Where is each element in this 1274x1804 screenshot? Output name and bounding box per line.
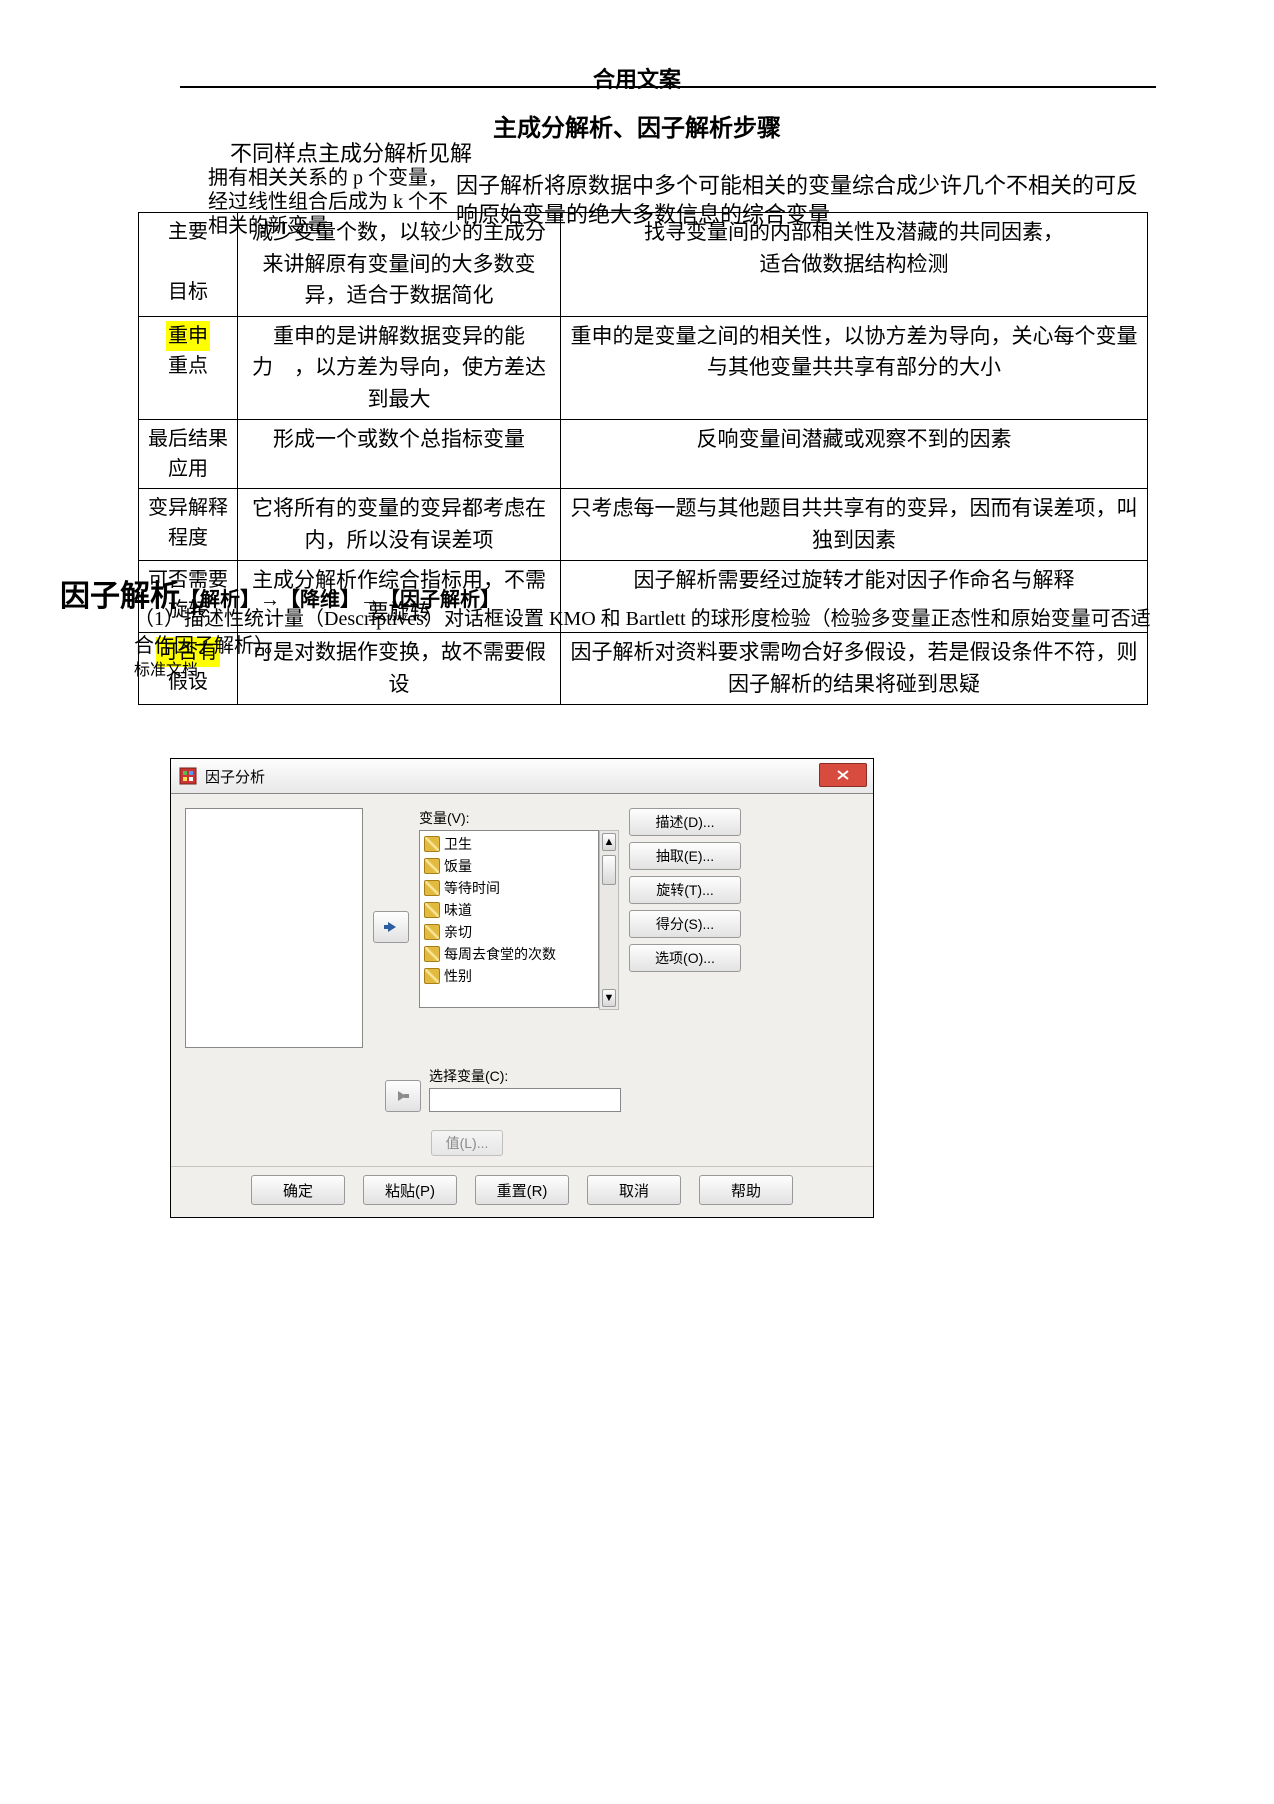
side-button[interactable]: 得分(S)... — [629, 910, 741, 938]
variables-list[interactable]: 卫生饭量等待时间味道亲切每周去食堂的次数性别 — [419, 830, 599, 1008]
footer-button[interactable]: 确定 — [251, 1175, 345, 1205]
close-button[interactable] — [819, 763, 867, 787]
row-label: 变异解释程度 — [139, 489, 238, 561]
row-label: 重申重点 — [139, 316, 238, 420]
standard-doc-label: 标准文档 — [134, 656, 198, 680]
pca-intro-line1: 不同样点主成分解析见解 — [230, 140, 520, 168]
side-button[interactable]: 抽取(E)... — [629, 842, 741, 870]
row-label: 最后结果应用 — [139, 420, 238, 489]
variable-item[interactable]: 性别 — [424, 965, 594, 987]
footer-button[interactable]: 帮助 — [699, 1175, 793, 1205]
row-pca: 它将所有的变量的变异都考虑在内，所以没有误差项 — [238, 489, 561, 561]
variable-item[interactable]: 味道 — [424, 899, 594, 921]
side-buttons: 描述(D)... 抽取(E)... 旋转(T)... 得分(S)... 选项(O)... — [629, 808, 741, 1048]
variable-icon — [424, 968, 440, 984]
row-label: 主要目标 — [139, 213, 238, 317]
row-fa: 反响变量间潜藏或观察不到的因素 — [561, 420, 1148, 489]
side-button[interactable]: 选项(O)... — [629, 944, 741, 972]
row-fa: 找寻变量间的内部相关性及潜藏的共同因素，适合做数据结构检测 — [561, 213, 1148, 317]
scrollbar[interactable]: ▲ ▼ — [599, 830, 619, 1010]
app-icon — [177, 765, 199, 787]
move-to-variables-button[interactable] — [373, 911, 409, 943]
variable-item[interactable]: 卫生 — [424, 833, 594, 855]
variable-icon — [424, 902, 440, 918]
scroll-thumb[interactable] — [602, 855, 616, 885]
move-to-selection-button[interactable] — [385, 1080, 421, 1112]
footer-button[interactable]: 粘贴(P) — [363, 1175, 457, 1205]
variable-icon — [424, 858, 440, 874]
section-paragraph: （1）描述性统计量（Descriptives）对话框设置 KMO 和 Bartl… — [134, 606, 1154, 660]
footer-button[interactable]: 重置(R) — [475, 1175, 569, 1205]
variable-item[interactable]: 饭量 — [424, 855, 594, 877]
row-pca: 减少变量个数，以较少的主成分来讲解原有变量间的大多数变异，适合于数据简化 — [238, 213, 561, 317]
doc-title: 主成分解析、因子解析步骤 — [0, 108, 1274, 143]
row-pca: 形成一个或数个总指标变量 — [238, 420, 561, 489]
dialog-footer: 确定粘贴(P) 重置(R) 取消帮助 — [171, 1166, 873, 1217]
side-button[interactable]: 旋转(T)... — [629, 876, 741, 904]
side-button[interactable]: 描述(D)... — [629, 808, 741, 836]
header-rule — [180, 86, 1156, 88]
source-variable-list[interactable] — [185, 808, 363, 1048]
dialog-titlebar: 因子分析 — [171, 759, 873, 794]
variable-icon — [424, 880, 440, 896]
variables-label: 变量(V): — [419, 808, 619, 828]
footer-button[interactable]: 取消 — [587, 1175, 681, 1205]
value-button[interactable]: 值(L)... — [431, 1130, 503, 1156]
scroll-down-icon[interactable]: ▼ — [602, 989, 616, 1007]
page-header: 合用文案 — [0, 62, 1274, 94]
row-pca: 重申的是讲解数据变异的能力 ，以方差为导向，使方差达到最大 — [238, 316, 561, 420]
variable-icon — [424, 946, 440, 962]
scroll-up-icon[interactable]: ▲ — [602, 833, 616, 851]
variable-item[interactable]: 每周去食堂的次数 — [424, 943, 594, 965]
selection-variable-label: 选择变量(C): — [429, 1066, 621, 1086]
row-fa: 只考虑每一题与其他题目共共享有的变异，因而有误差项，叫独到因素 — [561, 489, 1148, 561]
factor-analysis-dialog: 因子分析 变量(V): 卫生饭量等待时间味道亲切每周去食堂的次数性别 ▲ ▼ — [170, 758, 874, 1218]
dialog-title: 因子分析 — [205, 766, 265, 787]
variable-icon — [424, 836, 440, 852]
variable-item[interactable]: 等待时间 — [424, 877, 594, 899]
row-fa: 重申的是变量之间的相关性，以协方差为导向，关心每个变量与其他变量共共享有部分的大… — [561, 316, 1148, 420]
variable-icon — [424, 924, 440, 940]
selection-variable-input[interactable] — [429, 1088, 621, 1112]
variable-item[interactable]: 亲切 — [424, 921, 594, 943]
